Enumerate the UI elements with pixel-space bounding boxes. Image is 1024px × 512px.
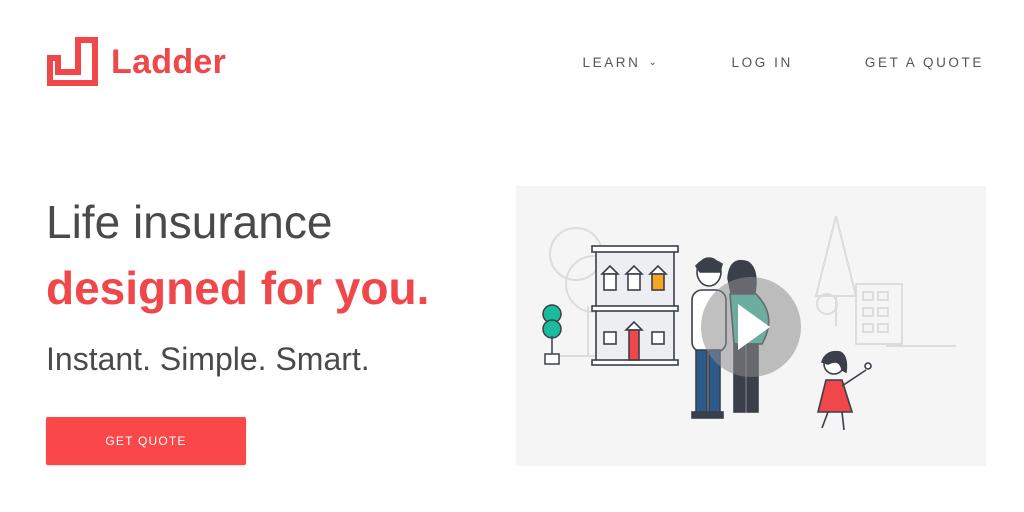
nav-learn-label: LEARN bbox=[582, 55, 641, 70]
main-nav: LEARN ⌄ LOG IN GET A QUOTE bbox=[582, 55, 984, 70]
hero-text: Life insurance designed for you. Instant… bbox=[46, 196, 486, 378]
site-header: Ladder LEARN ⌄ LOG IN GET A QUOTE bbox=[0, 0, 1024, 120]
nav-get-a-quote[interactable]: GET A QUOTE bbox=[865, 55, 984, 70]
ladder-logo-icon bbox=[47, 37, 98, 86]
nav-learn[interactable]: LEARN ⌄ bbox=[582, 55, 659, 70]
logo[interactable]: Ladder bbox=[47, 37, 226, 86]
headline-line-2: designed for you. bbox=[46, 262, 430, 314]
headline-line-1: Life insurance bbox=[46, 196, 333, 248]
nav-log-in[interactable]: LOG IN bbox=[731, 55, 792, 70]
subline: Instant. Simple. Smart. bbox=[46, 341, 370, 377]
video-player[interactable] bbox=[516, 186, 986, 466]
logo-text: Ladder bbox=[111, 42, 227, 81]
get-quote-button[interactable]: GET QUOTE bbox=[46, 417, 246, 465]
video-illustration bbox=[542, 215, 956, 431]
chevron-down-icon: ⌄ bbox=[648, 57, 660, 68]
